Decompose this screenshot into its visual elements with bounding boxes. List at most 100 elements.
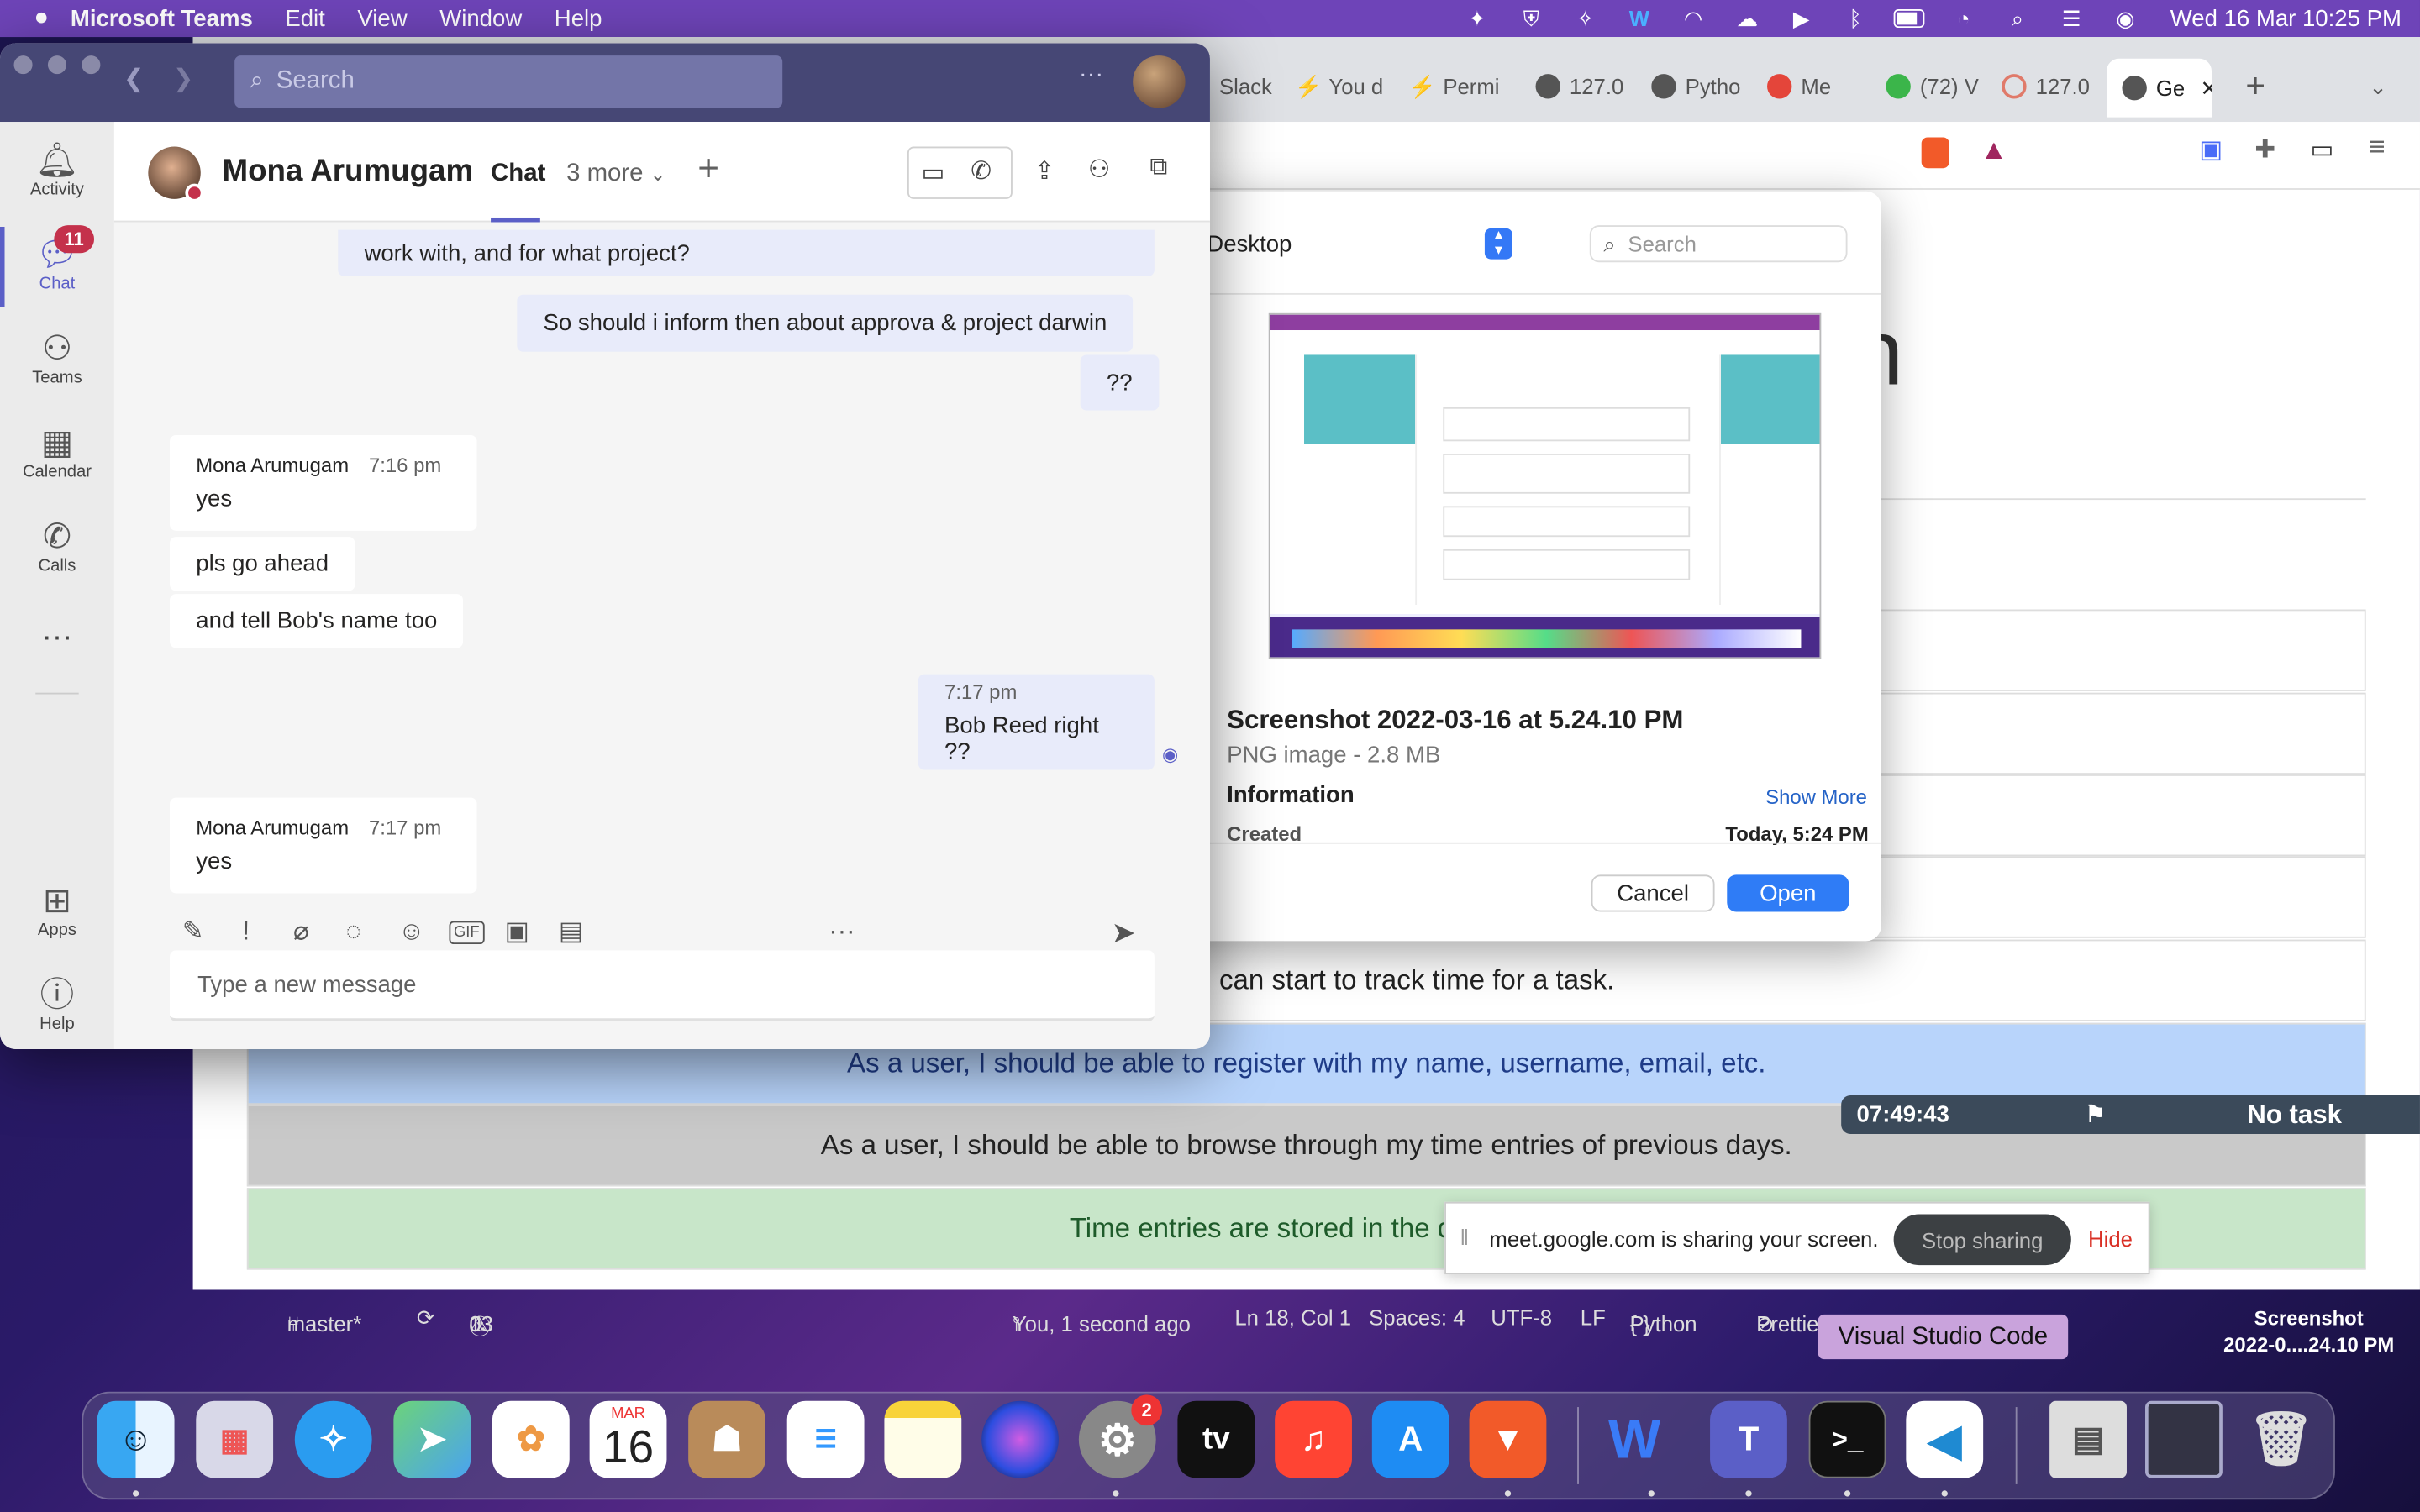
new-tab-button[interactable]: +	[2245, 68, 2265, 105]
tab-permi[interactable]: ⚡ Permi	[1409, 68, 1500, 105]
tab-active[interactable]: Ge ✕	[2107, 58, 2212, 118]
play-icon[interactable]: ▶	[1786, 5, 1817, 30]
wallet-icon[interactable]: ▭	[2311, 134, 2334, 165]
control-center-icon[interactable]: ☰	[2056, 5, 2087, 30]
emoji-icon[interactable]: ☺	[398, 916, 425, 948]
tab-python[interactable]: Pytho	[1651, 68, 1740, 105]
share-screen-icon[interactable]: ⇪	[1034, 156, 1055, 187]
open-button[interactable]: Open	[1727, 874, 1849, 912]
drag-handle-icon[interactable]: ‖	[1460, 1225, 1470, 1249]
show-more-link[interactable]: Show More	[1765, 785, 1867, 809]
eol-status[interactable]: LF	[1581, 1305, 1606, 1330]
minimize-window-button[interactable]	[47, 55, 66, 75]
more-apps-icon[interactable]: ···	[0, 620, 114, 655]
format-icon[interactable]: ✎	[182, 916, 204, 948]
close-window-button[interactable]	[13, 55, 33, 75]
send-icon[interactable]: ➤	[1111, 916, 1135, 952]
tab-more[interactable]: 3 more ⌄	[566, 160, 666, 188]
contact-name[interactable]: Mona Arumugam	[222, 155, 473, 190]
photos-icon[interactable]: ✿	[492, 1400, 570, 1478]
rail-item-teams[interactable]: ⚇ Teams	[0, 328, 114, 387]
close-icon[interactable]: ✕	[2201, 75, 2212, 101]
hide-button[interactable]: Hide	[2088, 1226, 2133, 1251]
add-tab-button[interactable]: +	[697, 148, 719, 191]
rail-item-help[interactable]: ⓘ Help	[0, 975, 114, 1034]
trash-icon[interactable]: 🗑︎	[2243, 1401, 2320, 1478]
rail-item-chat[interactable]: 💬︎ Chat 11	[0, 225, 114, 293]
menu-edit[interactable]: Edit	[285, 5, 324, 31]
zoom-window-button[interactable]	[82, 55, 101, 75]
search-icon[interactable]: ⌕	[2002, 5, 2033, 30]
message-bubble-sent[interactable]: 7:17 pm Bob Reed right ??	[918, 674, 1155, 770]
wifi-icon[interactable]: ◔	[1948, 6, 1979, 30]
loop-icon[interactable]: ◌	[345, 916, 361, 948]
contacts-icon[interactable]: ☗	[688, 1400, 766, 1478]
chevron-down-icon[interactable]: ⌄	[2369, 68, 2387, 105]
finder-icon[interactable]: ☺	[97, 1400, 175, 1478]
avatar[interactable]	[1133, 55, 1186, 108]
brave-browser-icon[interactable]: ▼	[1469, 1400, 1547, 1478]
search-field[interactable]: ⌕ Search	[1589, 225, 1848, 263]
forward-arrow-icon[interactable]: ❯	[173, 63, 194, 94]
message-bubble-received[interactable]: Mona Arumugam 7:17 pm yes	[170, 797, 477, 894]
reminders-icon[interactable]: ☰	[786, 1400, 865, 1478]
app-menu[interactable]: Microsoft Teams	[71, 5, 253, 31]
tab-meet[interactable]: Me	[1767, 68, 1831, 105]
clock[interactable]: Wed 16 Mar 10:25 PM	[2170, 5, 2402, 31]
puzzle-icon[interactable]: ✚	[2254, 134, 2275, 165]
gif-icon[interactable]: GIF	[449, 921, 485, 945]
location-select[interactable]: Desktop ▴ ▾	[1207, 225, 1512, 262]
w-icon[interactable]: W	[1624, 6, 1655, 30]
tab-slack[interactable]: Slack	[1219, 68, 1272, 105]
launchpad-icon[interactable]: ▦	[196, 1400, 274, 1478]
rewards-icon[interactable]: ▲	[1980, 134, 2007, 167]
message-bubble-received[interactable]: pls go ahead	[170, 537, 355, 591]
system-preferences-icon[interactable]: ⚙ 2	[1078, 1394, 1163, 1478]
back-arrow-icon[interactable]: ❮	[124, 63, 145, 94]
sticker-icon[interactable]: ▣	[505, 916, 530, 948]
brave-icon[interactable]	[1921, 137, 1949, 169]
message-bubble-received[interactable]: Mona Arumugam 7:16 pm yes	[170, 434, 477, 531]
shield-icon[interactable]: ⛨	[1516, 5, 1547, 30]
more-options-icon[interactable]: ···	[1079, 61, 1103, 89]
message-bubble-sent[interactable]: ??	[1080, 354, 1159, 411]
rail-item-activity[interactable]: 🔔︎ Activity	[0, 140, 114, 199]
apple-icon[interactable]: ●	[34, 5, 49, 33]
rail-item-calendar[interactable]: ▦ Calendar	[0, 423, 114, 481]
tab-whatsapp[interactable]: (72) V	[1886, 68, 1979, 105]
search-input[interactable]: ⌕ Search	[234, 55, 783, 108]
pop-out-icon[interactable]: ⧉	[1150, 155, 1167, 182]
indentation-status[interactable]: Spaces: 4	[1369, 1305, 1465, 1330]
battery-icon[interactable]	[1894, 6, 1925, 30]
sync-icon[interactable]: ⟳	[417, 1305, 435, 1331]
flag-icon[interactable]: ⚑	[2085, 1100, 2106, 1127]
cancel-button[interactable]: Cancel	[1591, 874, 1715, 912]
audio-call-icon[interactable]: ✆	[971, 156, 992, 187]
desktop-file-label[interactable]: Screenshot 2022-0....24.10 PM	[2210, 1305, 2407, 1357]
tab-chat[interactable]: Chat	[491, 160, 545, 188]
attach-icon[interactable]: ⌀	[293, 916, 309, 948]
maps-icon[interactable]: ➤	[393, 1400, 471, 1478]
menu-icon[interactable]: ≡	[2369, 131, 2385, 164]
bluetooth-icon[interactable]: ᛒ	[1840, 6, 1871, 30]
safari-icon[interactable]: ✧	[294, 1400, 372, 1478]
siri-icon[interactable]: ◉	[2110, 5, 2141, 30]
message-bubble-sent[interactable]: So should i inform then about approva & …	[517, 294, 1134, 352]
screenshot-stack-icon[interactable]	[2145, 1400, 2223, 1478]
app-store-icon[interactable]: A	[1371, 1400, 1449, 1478]
teams-app-icon[interactable]: T	[1710, 1400, 1787, 1478]
more-options-icon[interactable]: ···	[829, 916, 855, 948]
important-icon[interactable]: !	[242, 916, 250, 948]
message-compose-input[interactable]: Type a new message	[170, 950, 1155, 1021]
status-app-icon[interactable]: ✦	[1462, 5, 1493, 30]
stop-sharing-button[interactable]: Stop sharing	[1893, 1214, 2071, 1266]
calendar-icon[interactable]: MAR 16	[589, 1400, 667, 1478]
menu-help[interactable]: Help	[555, 5, 602, 31]
menu-window[interactable]: Window	[439, 5, 522, 31]
message-bubble-received[interactable]: and tell Bob's name too	[170, 594, 464, 648]
tab-you[interactable]: ⚡ You d	[1295, 68, 1383, 105]
siri-icon[interactable]	[981, 1400, 1059, 1478]
rail-item-apps[interactable]: ⊞ Apps	[0, 881, 114, 940]
music-icon[interactable]: ♫	[1275, 1400, 1352, 1478]
message-bubble-sent[interactable]: work with, and for what project?	[338, 229, 1155, 276]
